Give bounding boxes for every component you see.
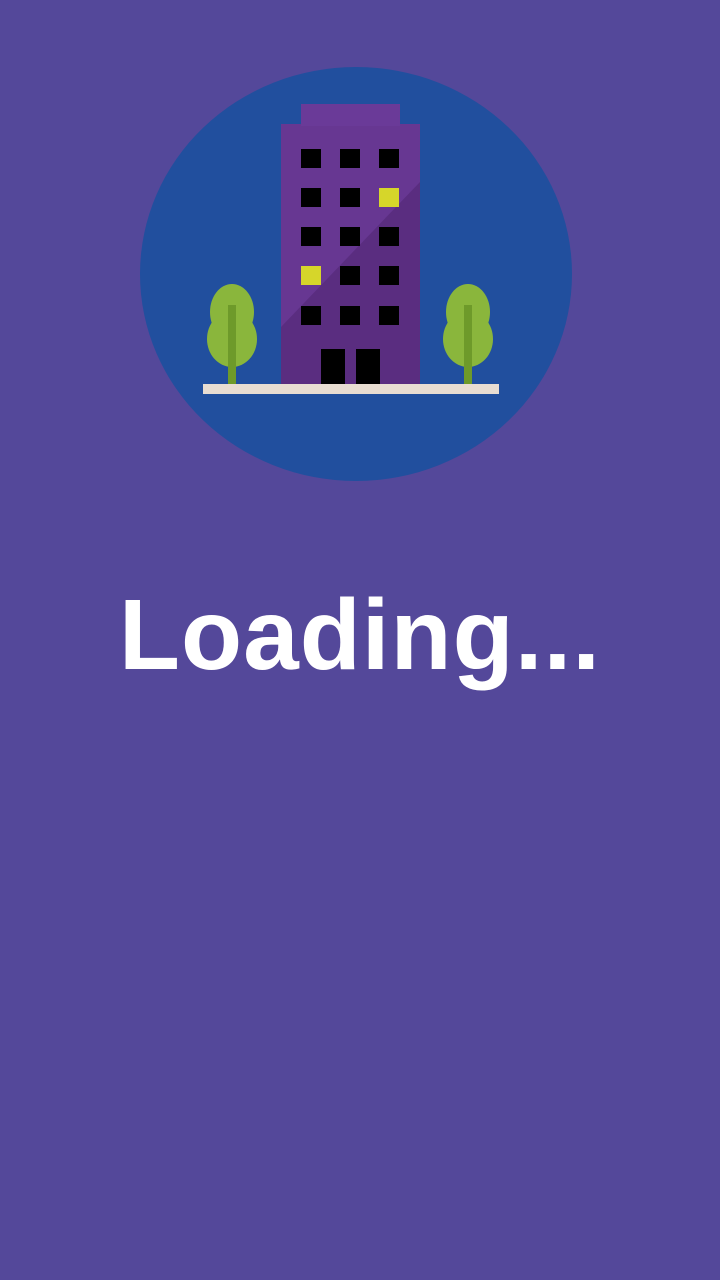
ground-line — [203, 384, 499, 394]
loading-label: Loading... — [118, 579, 602, 691]
splash-screen: Loading... — [0, 0, 720, 1280]
building-door-right — [356, 349, 380, 386]
building-icon — [140, 67, 572, 481]
app-logo — [140, 67, 572, 481]
building-door-left — [321, 349, 345, 386]
building-roof — [301, 104, 400, 126]
